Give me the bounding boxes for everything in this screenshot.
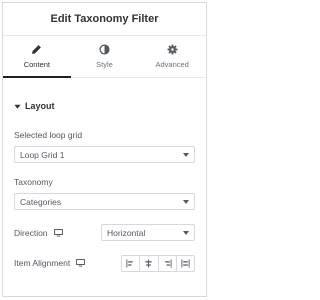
- tab-advanced[interactable]: Advanced: [138, 36, 206, 77]
- desktop-icon[interactable]: [53, 228, 63, 237]
- loop-grid-value: Loop Grid 1: [20, 149, 65, 160]
- layout-section-toggle[interactable]: Layout: [3, 94, 206, 118]
- loop-grid-select[interactable]: Loop Grid 1: [14, 146, 195, 163]
- pencil-icon: [32, 45, 42, 54]
- chevron-down-icon: [183, 230, 189, 235]
- section-title: Layout: [25, 101, 55, 111]
- editor-panel: Edit Taxonomy Filter Content Style Advan…: [2, 2, 207, 297]
- half-circle-icon: [99, 44, 110, 55]
- caret-down-icon: [14, 104, 21, 109]
- desktop-icon[interactable]: [76, 259, 86, 267]
- direction-value: Horizontal: [107, 227, 146, 238]
- align-start-button[interactable]: [122, 256, 139, 271]
- taxonomy-label: Taxonomy: [14, 177, 53, 187]
- align-justify-icon: [181, 258, 190, 268]
- tab-content[interactable]: Content: [3, 36, 71, 78]
- item-alignment-label: Item Alignment: [14, 258, 71, 268]
- taxonomy-select[interactable]: Categories: [14, 193, 195, 210]
- panel-title: Edit Taxonomy Filter: [50, 13, 159, 25]
- align-start-icon: [126, 258, 133, 268]
- chevron-down-icon: [183, 152, 189, 157]
- taxonomy-value: Categories: [20, 196, 62, 207]
- item-alignment-control: Item Alignment: [3, 254, 206, 272]
- direction-control: Direction Horizontal: [3, 224, 206, 241]
- align-center-icon: [145, 258, 153, 268]
- panel-header: Edit Taxonomy Filter: [3, 3, 206, 36]
- align-end-button[interactable]: [157, 255, 176, 271]
- alignment-button-group: [121, 254, 195, 272]
- tab-bar: Content Style Advanced: [3, 36, 206, 78]
- gear-icon: [167, 44, 178, 55]
- tab-content-label: Content: [23, 60, 50, 69]
- loop-grid-label: Selected loop grid: [14, 130, 83, 140]
- direction-label: Direction: [14, 227, 48, 238]
- chevron-down-icon: [183, 199, 189, 204]
- align-end-icon: [164, 258, 172, 268]
- direction-select[interactable]: Horizontal: [101, 224, 195, 241]
- align-justify-button[interactable]: [175, 255, 194, 271]
- tab-advanced-label: Advanced: [155, 60, 189, 69]
- tab-style[interactable]: Style: [71, 36, 139, 77]
- align-center-button[interactable]: [139, 255, 157, 271]
- tab-style-label: Style: [96, 60, 113, 69]
